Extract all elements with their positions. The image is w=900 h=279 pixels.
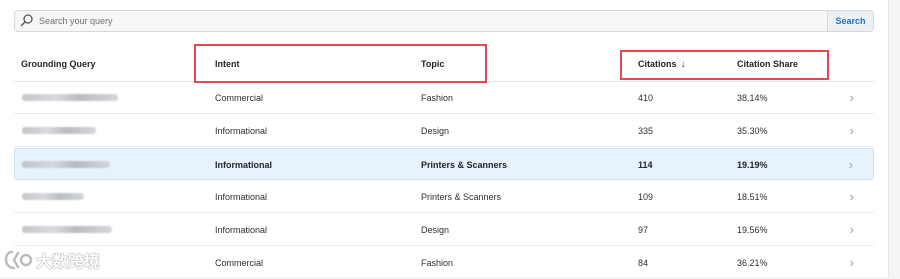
table-row[interactable]: Informational Design 335 35.30% ›	[14, 115, 874, 147]
cell-citations: 114	[638, 160, 653, 170]
cell-topic: Printers & Scanners	[421, 192, 502, 202]
cell-citations: 84	[638, 258, 649, 268]
cell-citation-share: 19.19%	[737, 160, 768, 170]
table-row[interactable]: Commercial Fashion 84 36.21% ›	[14, 247, 874, 279]
redacted-query	[22, 193, 84, 200]
cell-citation-share: 36.21%	[737, 258, 768, 268]
cell-topic: Design	[421, 225, 450, 235]
chevron-right-icon[interactable]: ›	[849, 157, 853, 172]
search-icon	[20, 14, 33, 27]
cell-citation-share: 19.56%	[737, 225, 768, 235]
chevron-right-icon[interactable]: ›	[850, 189, 854, 204]
cell-intent: Commercial	[215, 93, 264, 103]
search-input[interactable]	[39, 11, 819, 31]
watermark: 大数跨境	[4, 247, 100, 273]
results-panel: Search Grounding Query Intent Topic Cita…	[0, 0, 889, 277]
chevron-right-icon[interactable]: ›	[850, 222, 854, 237]
table-row[interactable]: Informational Design 97 19.56% ›	[14, 214, 874, 246]
cell-citation-share: 38.14%	[737, 93, 768, 103]
cell-topic: Printers & Scanners	[421, 160, 508, 170]
search-bar: Search	[14, 10, 874, 32]
cell-citations: 335	[638, 126, 654, 136]
redacted-query	[22, 161, 110, 168]
chevron-right-icon[interactable]: ›	[850, 255, 854, 270]
cell-intent: Informational	[215, 192, 268, 202]
cell-citations: 109	[638, 192, 654, 202]
redacted-query	[22, 127, 96, 134]
redacted-query	[22, 94, 118, 101]
table-row[interactable]: Commercial Fashion 410 38.14% ›	[14, 82, 874, 114]
annotation-box-citations	[620, 50, 829, 80]
cell-intent: Informational	[215, 160, 273, 170]
chevron-right-icon[interactable]: ›	[850, 123, 854, 138]
cell-citations: 97	[638, 225, 649, 235]
table-row[interactable]: Informational Printers & Scanners 109 18…	[14, 181, 874, 213]
cell-intent: Informational	[215, 225, 268, 235]
cell-intent: Informational	[215, 126, 268, 136]
redacted-query	[22, 226, 112, 233]
table-row-selected[interactable]: Informational Printers & Scanners 114 19…	[14, 148, 874, 180]
column-header-grounding-query[interactable]: Grounding Query	[21, 59, 96, 69]
watermark-text: 大数跨境	[36, 252, 101, 271]
cell-topic: Fashion	[421, 258, 454, 268]
cell-citation-share: 35.30%	[737, 126, 768, 136]
chevron-right-icon[interactable]: ›	[850, 90, 854, 105]
annotation-box-intent-topic	[194, 44, 487, 83]
cell-topic: Design	[421, 126, 450, 136]
watermark-logo-icon	[4, 250, 33, 270]
search-button[interactable]: Search	[827, 11, 873, 31]
cell-topic: Fashion	[421, 93, 454, 103]
cell-intent: Commercial	[215, 258, 264, 268]
cell-citation-share: 18.51%	[737, 192, 768, 202]
cell-citations: 410	[638, 93, 654, 103]
